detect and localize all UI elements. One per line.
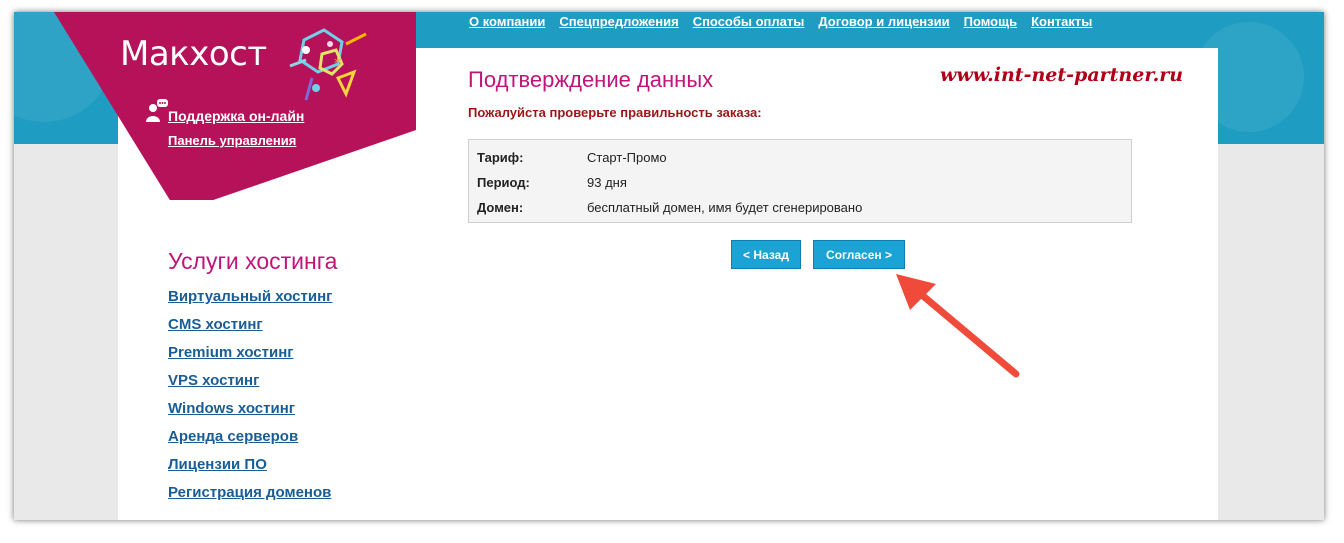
logo-graphic-icon: * — [289, 28, 367, 101]
nav-payment[interactable]: Способы оплаты — [693, 14, 805, 29]
sidebar-item-domain-registration[interactable]: Регистрация доменов — [168, 484, 331, 501]
sidebar-item: Windows хостинг — [168, 400, 332, 428]
sidebar-item-server-rental[interactable]: Аренда серверов — [168, 428, 298, 445]
sidebar-item-virtual-hosting[interactable]: Виртуальный хостинг — [168, 288, 332, 305]
order-value: 93 дня — [587, 175, 627, 190]
sidebar-item-premium-hosting[interactable]: Premium хостинг — [168, 344, 294, 361]
confirm-notice: Пожалуйста проверьте правильность заказа… — [468, 105, 762, 120]
order-value: бесплатный домен, имя будет сгенерирован… — [587, 200, 863, 215]
sidebar-item: CMS хостинг — [168, 316, 332, 344]
order-label: Период: — [477, 175, 530, 190]
order-label: Тариф: — [477, 150, 524, 165]
order-summary: Тариф: Старт-Промо Период: 93 дня Домен:… — [468, 139, 1132, 223]
sidebar-item-vps-hosting[interactable]: VPS хостинг — [168, 372, 259, 389]
sidebar-item: Аренда серверов — [168, 428, 332, 456]
sidebar-item: Лицензии ПО — [168, 456, 332, 484]
sidebar-item: Premium хостинг — [168, 344, 332, 372]
sidebar-item-windows-hosting[interactable]: Windows хостинг — [168, 400, 295, 417]
sidebar-item: Регистрация доменов — [168, 484, 332, 512]
order-label: Домен: — [477, 200, 524, 215]
watermark-text: www.int-net-partner.ru — [940, 64, 1184, 86]
sidebar-item-licenses[interactable]: Лицензии ПО — [168, 456, 267, 473]
support-chat-icon — [146, 99, 168, 122]
sidebar-item: Виртуальный хостинг — [168, 288, 332, 316]
agree-button[interactable]: Согласен > — [813, 240, 905, 269]
nav-help[interactable]: Помощь — [964, 14, 1017, 29]
sidebar-item-cms-hosting[interactable]: CMS хостинг — [168, 316, 263, 333]
sidebar-item: VPS хостинг — [168, 372, 332, 400]
order-value: Старт-Промо — [587, 150, 667, 165]
page-title: Подтверждение данных — [468, 67, 714, 92]
top-nav: О компании Спецпредложения Способы оплат… — [469, 14, 1092, 29]
site-logo[interactable]: Макхост — [120, 34, 267, 74]
nav-contacts[interactable]: Контакты — [1031, 14, 1092, 29]
annotation-arrow-icon — [896, 274, 1020, 378]
back-button[interactable]: < Назад — [731, 240, 801, 269]
nav-contract[interactable]: Договор и лицензии — [818, 14, 949, 29]
nav-offers[interactable]: Спецпредложения — [559, 14, 678, 29]
screenshot-frame: О компании Спецпредложения Способы оплат… — [14, 12, 1324, 520]
nav-about[interactable]: О компании — [469, 14, 545, 29]
sidebar-title: Услуги хостинга — [168, 248, 338, 274]
svg-text:*: * — [334, 56, 341, 72]
sidebar-menu: Виртуальный хостинг CMS хостинг Premium … — [168, 288, 332, 512]
support-online-link[interactable]: Поддержка он-лайн — [168, 108, 304, 124]
control-panel-link[interactable]: Панель управления — [168, 133, 296, 148]
